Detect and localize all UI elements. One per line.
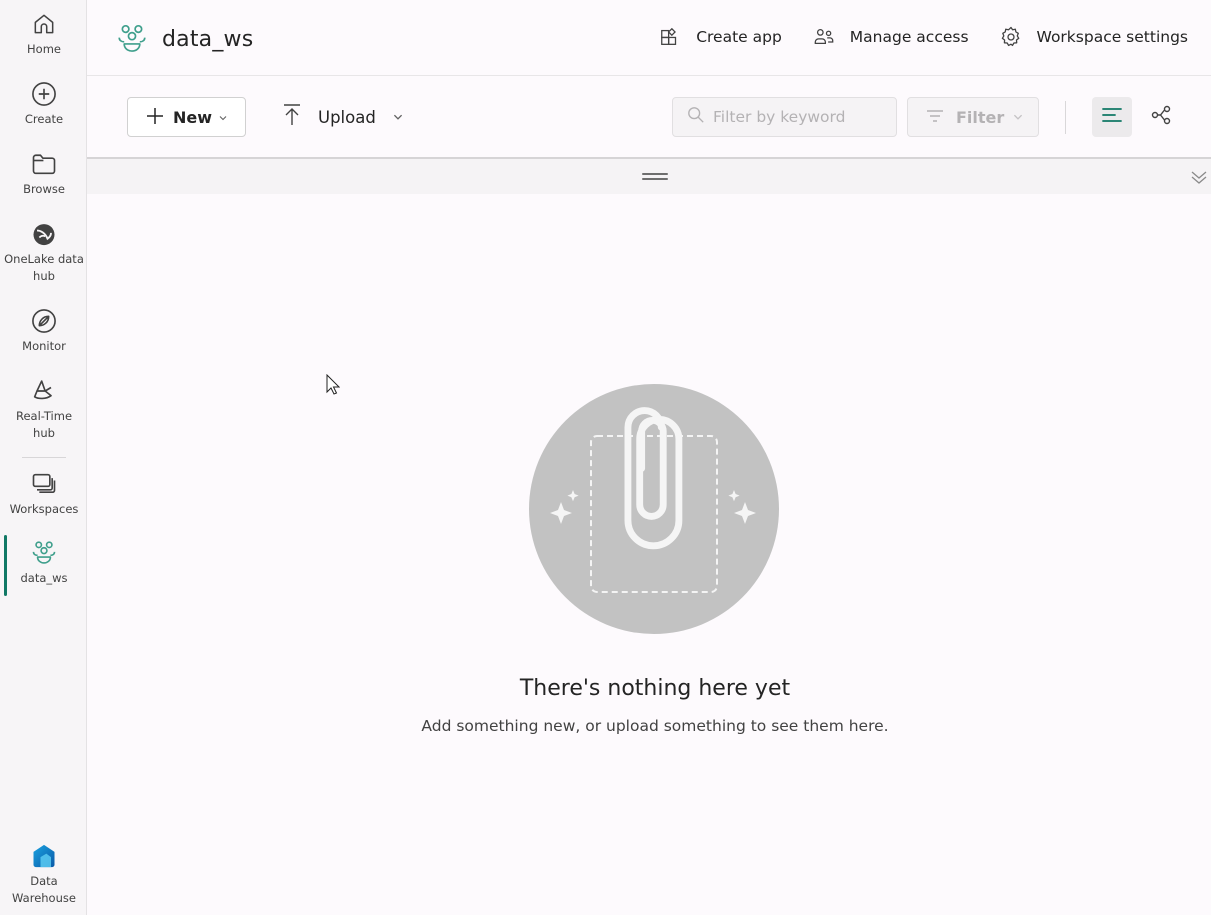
filter-button-label: Filter [956, 107, 1005, 127]
rail-item-create[interactable]: Create [4, 80, 84, 128]
rail-item-label: Data Warehouse [12, 874, 76, 905]
people-icon [812, 25, 836, 49]
new-button-label: New [173, 107, 213, 127]
new-button[interactable]: New [127, 97, 246, 137]
empty-state-subtitle: Add something new, or upload something t… [421, 717, 889, 735]
manage-access-button[interactable]: Manage access [812, 25, 969, 49]
monitor-icon [30, 307, 58, 335]
plus-circle-icon [30, 80, 58, 108]
rail-item-data-ws[interactable]: data_ws [4, 539, 84, 587]
data-warehouse-icon [30, 842, 58, 870]
rail-item-onelake-data-hub[interactable]: OneLake data hub [4, 220, 84, 285]
rail-item-label: OneLake data hub [4, 252, 84, 283]
rail-item-label: Monitor [22, 339, 66, 353]
left-navigation-rail: Home Create Browse OneLake data hub Moni… [0, 0, 87, 915]
search-input[interactable] [713, 108, 893, 126]
rail-item-label: Home [27, 42, 61, 56]
lineage-icon [1150, 103, 1174, 131]
rail-item-data-warehouse[interactable]: Data Warehouse [4, 842, 84, 907]
empty-state-title: There's nothing here yet [519, 676, 791, 701]
workspace-settings-label: Workspace settings [1036, 28, 1188, 46]
rail-item-browse[interactable]: Browse [4, 150, 84, 198]
list-view-button[interactable] [1092, 97, 1132, 137]
rail-item-label: data_ws [20, 571, 68, 585]
create-app-label: Create app [696, 28, 782, 46]
workspace-header: data_ws Create app Manage access Workspa… [87, 0, 1211, 76]
workspace-settings-button[interactable]: Workspace settings [999, 25, 1188, 49]
workspaces-icon [30, 470, 58, 498]
manage-access-label: Manage access [849, 28, 969, 46]
rail-item-label: Real-Time hub [15, 409, 73, 440]
onelake-icon [30, 220, 58, 248]
filter-by-keyword-field[interactable] [672, 97, 897, 137]
workspace-title: data_ws [115, 22, 253, 56]
rail-divider [22, 457, 66, 458]
drag-handle-icon[interactable] [642, 173, 668, 182]
header-actions: Create app Manage access Workspace setti… [628, 25, 1188, 49]
rail-item-label: Create [24, 112, 64, 126]
rail-item-monitor[interactable]: Monitor [4, 307, 84, 355]
upload-button-label: Upload [318, 107, 376, 127]
workspace-people-icon [30, 539, 58, 567]
plus-icon [145, 106, 165, 128]
workspace-name: data_ws [162, 26, 254, 52]
rail-item-home[interactable]: Home [4, 10, 84, 58]
chevron-down-icon[interactable] [392, 108, 404, 127]
filter-button[interactable]: Filter [907, 97, 1039, 137]
rail-item-label: Browse [23, 182, 65, 196]
toolbar-divider [1065, 101, 1066, 134]
chevron-down-icon [1012, 108, 1024, 127]
panel-splitter [87, 157, 1211, 194]
rail-item-workspaces[interactable]: Workspaces [4, 470, 84, 518]
chevron-down-icon [218, 108, 228, 127]
workspace-main-panel: data_ws Create app Manage access Workspa… [87, 0, 1211, 915]
app-icon [658, 25, 682, 49]
collapse-double-chevron-icon[interactable] [1189, 167, 1209, 187]
lineage-view-button[interactable] [1142, 97, 1182, 137]
workspace-toolbar: New Upload Filter [87, 77, 1211, 157]
create-app-button[interactable]: Create app [658, 25, 782, 49]
upload-arrow-icon [282, 103, 302, 131]
rail-item-label: Workspaces [9, 502, 79, 516]
folder-icon [30, 150, 58, 178]
filter-icon [926, 108, 944, 127]
home-icon [30, 10, 58, 38]
upload-button[interactable]: Upload [282, 97, 404, 137]
empty-state-illustration [529, 384, 779, 634]
empty-state: There's nothing here yet Add something n… [87, 194, 1211, 915]
rail-item-real-time-hub[interactable]: Real-Time hub [4, 377, 84, 442]
list-view-icon [1101, 106, 1123, 128]
gear-icon [999, 25, 1023, 49]
workspace-people-icon [115, 22, 149, 56]
realtime-hub-icon [30, 377, 58, 405]
search-icon [687, 106, 705, 128]
